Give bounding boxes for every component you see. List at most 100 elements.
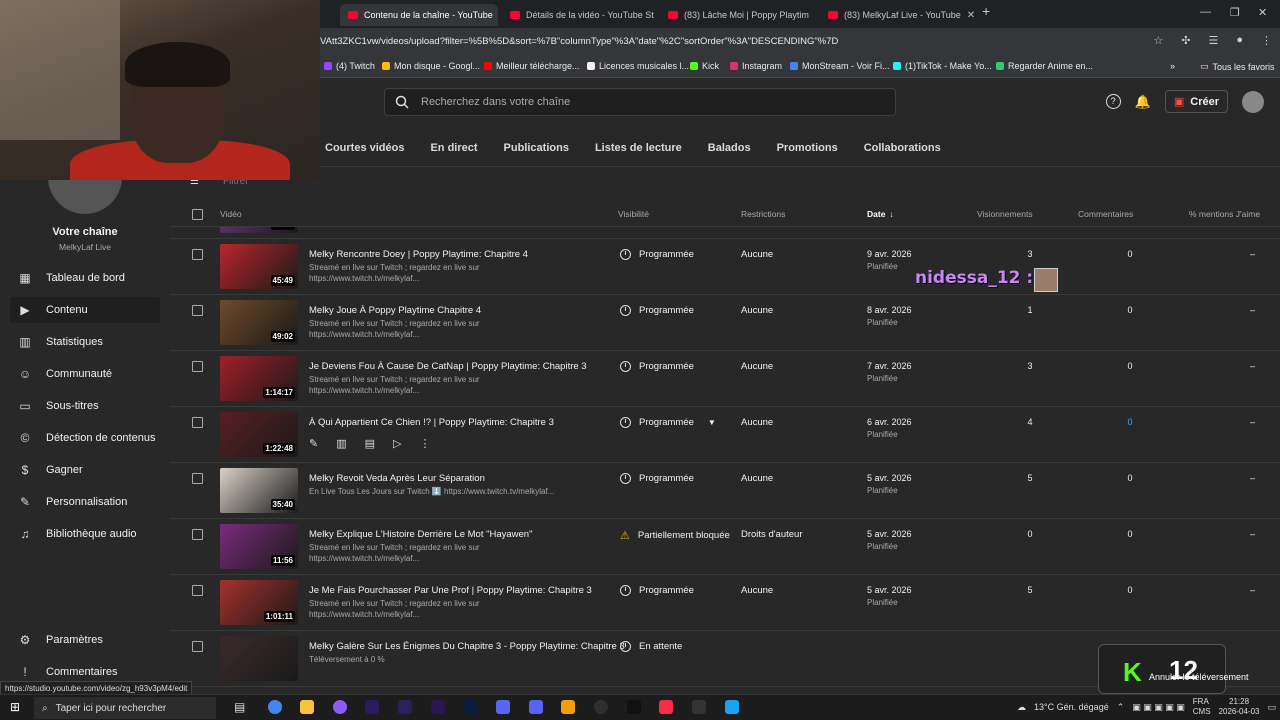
- tiktok-icon[interactable]: [627, 700, 641, 714]
- sidebar-item-analytics[interactable]: ▥ Statistiques: [10, 329, 160, 355]
- app-icon[interactable]: [725, 700, 739, 714]
- chevron-down-icon[interactable]: ▼: [708, 418, 716, 427]
- language-indicator[interactable]: FRA CMS: [1193, 697, 1211, 717]
- video-thumbnail[interactable]: 1:22:48: [220, 412, 298, 457]
- notifications-center-icon[interactable]: ▭: [1267, 702, 1276, 713]
- create-button[interactable]: ▣ Créer: [1164, 90, 1228, 113]
- row-checkbox[interactable]: [192, 305, 203, 316]
- tab-collaborations[interactable]: Collaborations: [864, 142, 941, 154]
- row-checkbox[interactable]: [192, 473, 203, 484]
- video-thumbnail[interactable]: 35:40: [220, 468, 298, 513]
- tab-live[interactable]: En direct: [430, 142, 477, 154]
- video-title[interactable]: Melky Joue À Poppy Playtime Chapitre 4: [309, 305, 481, 316]
- channel-search-input[interactable]: Recherchez dans votre chaîne: [384, 88, 896, 116]
- discord-icon[interactable]: [529, 700, 543, 714]
- premiere-pro-icon[interactable]: [365, 700, 379, 714]
- extensions-icon[interactable]: ✣: [1181, 34, 1190, 47]
- sidebar-item-copyright[interactable]: © Détection de contenus: [10, 425, 160, 451]
- row-checkbox[interactable]: [192, 585, 203, 596]
- bookmark-star-icon[interactable]: ☆: [1153, 34, 1163, 47]
- tab-posts[interactable]: Publications: [504, 142, 569, 154]
- channel-avatar[interactable]: [48, 176, 122, 214]
- video-title[interactable]: Melky Explique L'Histoire Derrière Le Mo…: [309, 529, 532, 540]
- maximize-icon[interactable]: ❐: [1230, 6, 1240, 19]
- visibility-cell[interactable]: Programmée ▼: [620, 417, 716, 428]
- table-row[interactable]: 49:02 Melky Joue À Poppy Playtime Chapitr…: [170, 295, 1280, 351]
- video-thumbnail[interactable]: 45:49: [220, 244, 298, 289]
- video-thumbnail[interactable]: 49:02: [220, 300, 298, 345]
- visibility-cell[interactable]: Programmée: [620, 305, 694, 316]
- table-row[interactable]: 1:14:17 Je Deviens Fou À Cause De CatNap …: [170, 351, 1280, 407]
- music-app-icon[interactable]: [659, 700, 673, 714]
- profile-icon[interactable]: ●: [1236, 34, 1243, 47]
- edit-icon[interactable]: ✎: [309, 437, 318, 450]
- tab-promotions[interactable]: Promotions: [777, 142, 838, 154]
- shield-app-icon[interactable]: [496, 700, 510, 714]
- visibility-cell[interactable]: Programmée: [620, 473, 694, 484]
- table-row[interactable]: 45:49 Melky Rencontre Doey | Poppy Playti…: [170, 239, 1280, 295]
- video-thumbnail[interactable]: 11:56: [220, 524, 298, 569]
- tab-podcasts[interactable]: Balados: [708, 142, 751, 154]
- tab-shorts[interactable]: Courtes vidéos: [325, 142, 404, 154]
- weather-text[interactable]: 13°C Gén. dégagé: [1034, 702, 1109, 712]
- column-restrictions[interactable]: Restrictions: [741, 204, 785, 224]
- chrome-icon[interactable]: [268, 700, 282, 714]
- winamp-icon[interactable]: [561, 700, 575, 714]
- cancel-upload-button[interactable]: Annuler le téléversement: [1149, 672, 1249, 682]
- video-thumbnail[interactable]: [220, 636, 298, 681]
- bookmarks-folder[interactable]: ▭ Tous les favoris: [1200, 61, 1275, 72]
- sidebar-item-settings[interactable]: ⚙ Paramètres: [10, 627, 160, 653]
- visibility-cell[interactable]: Programmée: [620, 361, 694, 372]
- column-likes[interactable]: % mentions J'aime: [1189, 204, 1260, 224]
- table-row[interactable]: 1:22:48 À Qui Appartient Ce Chien !? | Po…: [170, 407, 1280, 463]
- account-avatar[interactable]: [1242, 90, 1264, 113]
- menu-icon[interactable]: ⋮: [1261, 34, 1272, 47]
- bookmark-item[interactable]: (4) Twitch: [324, 61, 375, 71]
- select-all-checkbox[interactable]: [192, 204, 203, 224]
- row-checkbox[interactable]: [192, 249, 203, 260]
- video-thumbnail[interactable]: 1:14:17: [220, 356, 298, 401]
- more-options-icon[interactable]: ⋮: [420, 437, 431, 450]
- tray-icons[interactable]: ▣ ▣ ▣ ▣ ▣: [1132, 702, 1185, 713]
- visibility-cell[interactable]: Programmée: [620, 193, 694, 204]
- bookmark-item[interactable]: MonStream - Voir Fi...: [790, 61, 890, 71]
- video-title[interactable]: Je Deviens Fou À Cause De CatNap | Poppy…: [309, 361, 587, 372]
- bookmark-item[interactable]: Licences musicales l...: [587, 61, 689, 71]
- bookmark-item[interactable]: Meilleur télécharge...: [484, 61, 580, 71]
- visibility-cell[interactable]: Programmée: [620, 249, 694, 260]
- visibility-cell[interactable]: En attente: [620, 641, 682, 652]
- sidebar-item-customization[interactable]: ✎ Personnalisation: [10, 489, 160, 515]
- help-icon[interactable]: ?: [1105, 94, 1121, 109]
- task-view-icon[interactable]: ▤: [234, 700, 245, 714]
- row-checkbox[interactable]: [192, 417, 203, 428]
- bookmark-item[interactable]: Kick: [690, 61, 719, 71]
- column-date[interactable]: Date ↓: [867, 204, 894, 224]
- bookmark-item[interactable]: Regarder Anime en...: [996, 61, 1093, 71]
- analytics-icon[interactable]: ▥: [336, 437, 346, 450]
- close-tab-icon[interactable]: ✕: [967, 10, 975, 21]
- sidebar-item-dashboard[interactable]: ▦ Tableau de bord: [10, 265, 160, 291]
- video-title[interactable]: Melky Galère Sur Les Énigmes Du Chapitre…: [309, 641, 625, 652]
- video-title[interactable]: À Qui Appartient Ce Chien !? | Poppy Pla…: [309, 417, 554, 428]
- sidebar-item-content[interactable]: ▶ Contenu: [10, 297, 160, 323]
- browser-tab-3[interactable]: (83) Lâche Moi | Poppy Playtim ✕: [660, 4, 814, 26]
- video-title[interactable]: Melky Rencontre Doey | Poppy Playtime: C…: [309, 249, 528, 260]
- notifications-icon[interactable]: 🔔: [1135, 94, 1151, 110]
- video-thumbnail[interactable]: 1:01:11: [220, 580, 298, 625]
- row-checkbox[interactable]: [192, 361, 203, 372]
- row-checkbox[interactable]: [192, 193, 203, 204]
- sidebar-item-audio-library[interactable]: ♫ Bibliothèque audio: [10, 521, 160, 547]
- row-checkbox[interactable]: [192, 529, 203, 540]
- tray-chevron-icon[interactable]: ⌃: [1117, 702, 1125, 713]
- photoshop-icon[interactable]: [463, 700, 477, 714]
- comments-icon[interactable]: ▤: [365, 437, 375, 450]
- youtube-play-icon[interactable]: ▷: [393, 437, 401, 450]
- bookmark-item[interactable]: Instagram: [730, 61, 782, 71]
- media-icon[interactable]: ☰: [1208, 34, 1218, 47]
- table-row[interactable]: 1:01:11 Je Me Fais Pourchasser Par Une Pr…: [170, 575, 1280, 631]
- file-explorer-icon[interactable]: [300, 700, 314, 714]
- visibility-cell[interactable]: ⚠ Partiellement bloquée: [620, 529, 730, 542]
- taskbar-search[interactable]: ⌕ Taper ici pour rechercher: [34, 697, 216, 719]
- browser-app-icon[interactable]: [333, 700, 347, 714]
- new-tab-icon[interactable]: +: [982, 3, 990, 19]
